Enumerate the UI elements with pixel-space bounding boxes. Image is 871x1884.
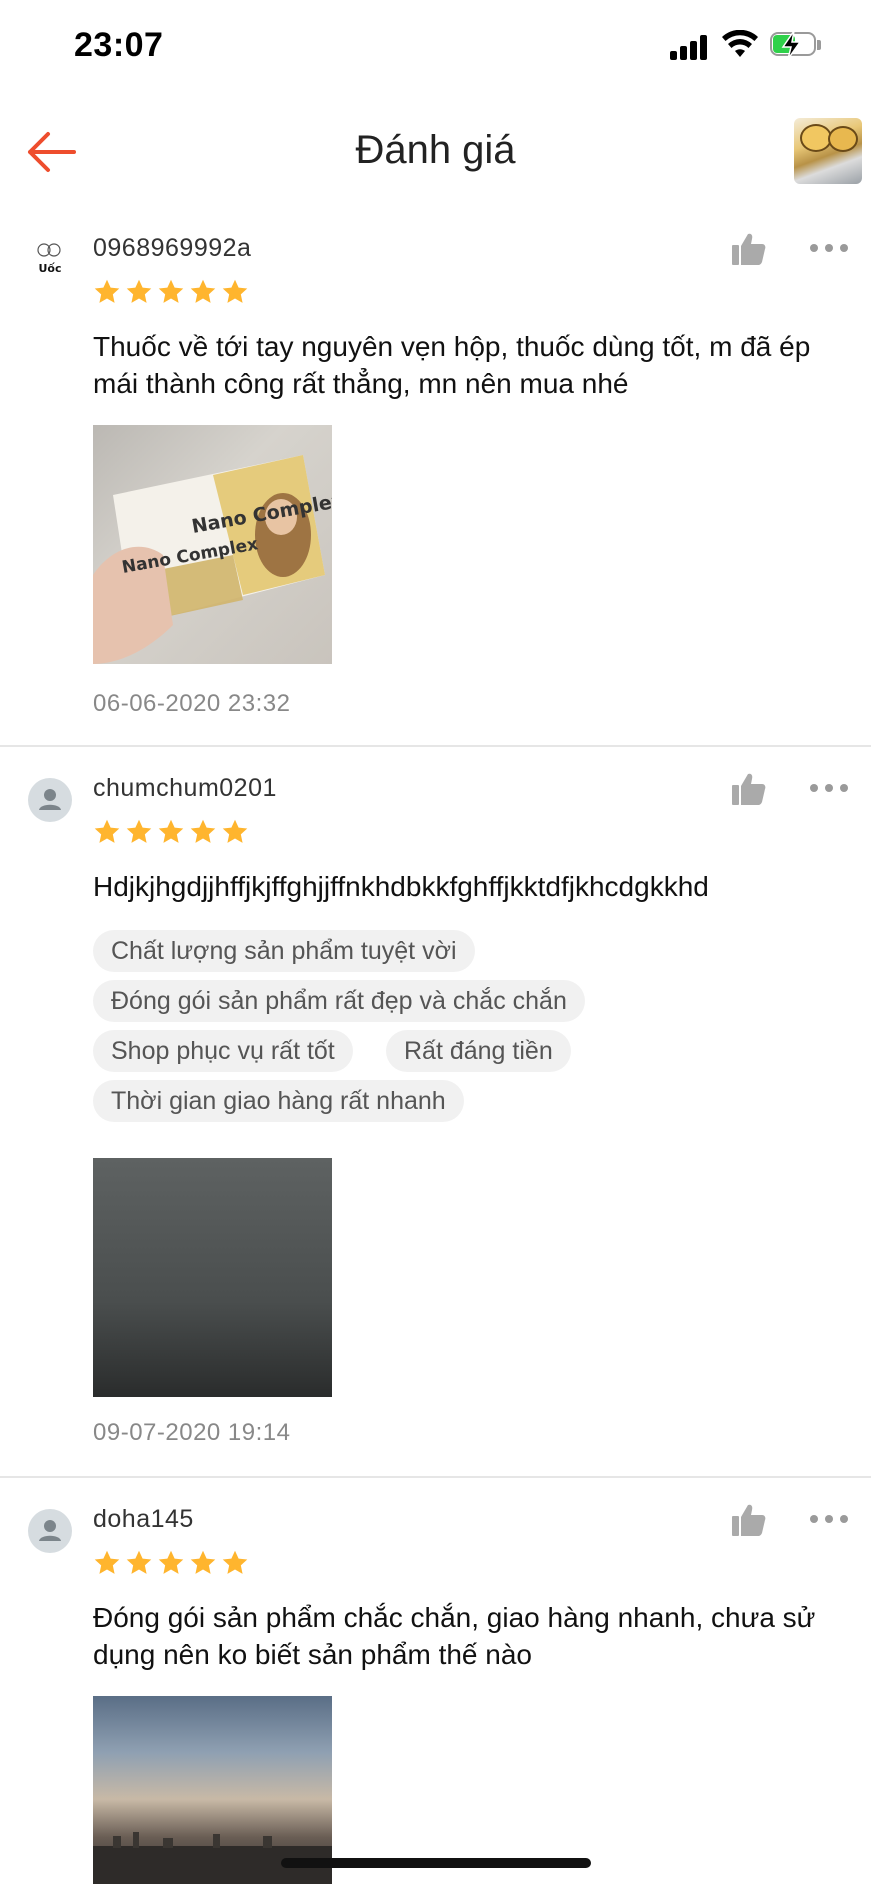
avatar: Uốc — [28, 238, 72, 282]
star-icon — [222, 819, 248, 843]
review-image[interactable]: Nano Complex Nano Complex — [93, 425, 332, 664]
avatar — [28, 1509, 72, 1553]
status-bar: 23:07 — [0, 0, 871, 90]
review-text: Hdjkjhgdjjhffjkjffghjjffnkhdbkkfghffjkkt… — [93, 871, 709, 902]
star-icon — [222, 279, 248, 303]
thumbs-up-icon[interactable] — [731, 232, 767, 266]
star-icon — [94, 279, 120, 303]
more-dots-icon[interactable] — [810, 782, 848, 794]
svg-text:Uốc: Uốc — [38, 262, 61, 275]
star-icon — [158, 1550, 184, 1574]
star-icon — [190, 819, 216, 843]
review-text: Đóng gói sản phẩm chắc chắn, giao hàng n… — [93, 1602, 816, 1670]
review-tag: Chất lượng sản phẩm tuyệt vời — [93, 930, 475, 972]
star-icon — [126, 1550, 152, 1574]
star-icon — [94, 819, 120, 843]
more-dots-icon[interactable] — [810, 1513, 848, 1525]
review-tag: Đóng gói sản phẩm rất đẹp và chắc chắn — [93, 980, 585, 1022]
wifi-icon — [722, 30, 758, 57]
rating-stars — [93, 1549, 249, 1577]
avatar-logo-icon: Uốc — [37, 243, 62, 275]
review-image[interactable] — [93, 1696, 332, 1884]
divider — [0, 1476, 871, 1478]
status-time: 23:07 — [74, 26, 164, 64]
user-icon — [39, 789, 61, 810]
product-thumbnail[interactable] — [794, 118, 862, 184]
signal-icon — [670, 34, 712, 60]
review-username: chumchum0201 — [93, 774, 277, 802]
battery-icon — [770, 31, 822, 59]
review-image[interactable] — [93, 1158, 332, 1397]
review-item: chumchum0201 Hdjkjhgdjjhffjkjffghjjffnkh… — [0, 750, 871, 1475]
star-icon — [158, 279, 184, 303]
star-icon — [190, 279, 216, 303]
header: Đánh giá — [0, 90, 871, 210]
more-dots-icon[interactable] — [810, 242, 848, 254]
rating-stars — [93, 278, 249, 306]
page-title: Đánh giá — [355, 128, 516, 172]
star-icon — [158, 819, 184, 843]
review-item: Uốc 0968969992a Thuốc về tới tay nguyên … — [0, 210, 871, 745]
star-icon — [190, 1550, 216, 1574]
thumbs-up-icon[interactable] — [731, 772, 767, 806]
star-icon — [222, 1550, 248, 1574]
review-tag: Rất đáng tiền — [386, 1030, 571, 1072]
avatar — [28, 778, 72, 822]
review-text: Thuốc về tới tay nguyên vẹn hộp, thuốc d… — [93, 331, 811, 399]
thumbs-up-icon[interactable] — [731, 1503, 767, 1537]
star-icon — [94, 1550, 120, 1574]
star-icon — [126, 279, 152, 303]
star-icon — [126, 819, 152, 843]
user-icon — [39, 1520, 61, 1541]
review-item: doha145 Đóng gói sản phẩm chắc chắn, gia… — [0, 1481, 871, 1884]
review-date: 06-06-2020 23:32 — [93, 690, 291, 717]
divider — [0, 745, 871, 747]
review-date: 09-07-2020 19:14 — [93, 1419, 291, 1446]
review-tag: Shop phục vụ rất tốt — [93, 1030, 353, 1072]
review-username: 0968969992a — [93, 234, 252, 262]
review-username: doha145 — [93, 1505, 194, 1533]
home-indicator — [281, 1858, 591, 1868]
rating-stars — [93, 818, 249, 846]
review-tag: Thời gian giao hàng rất nhanh — [93, 1080, 464, 1122]
